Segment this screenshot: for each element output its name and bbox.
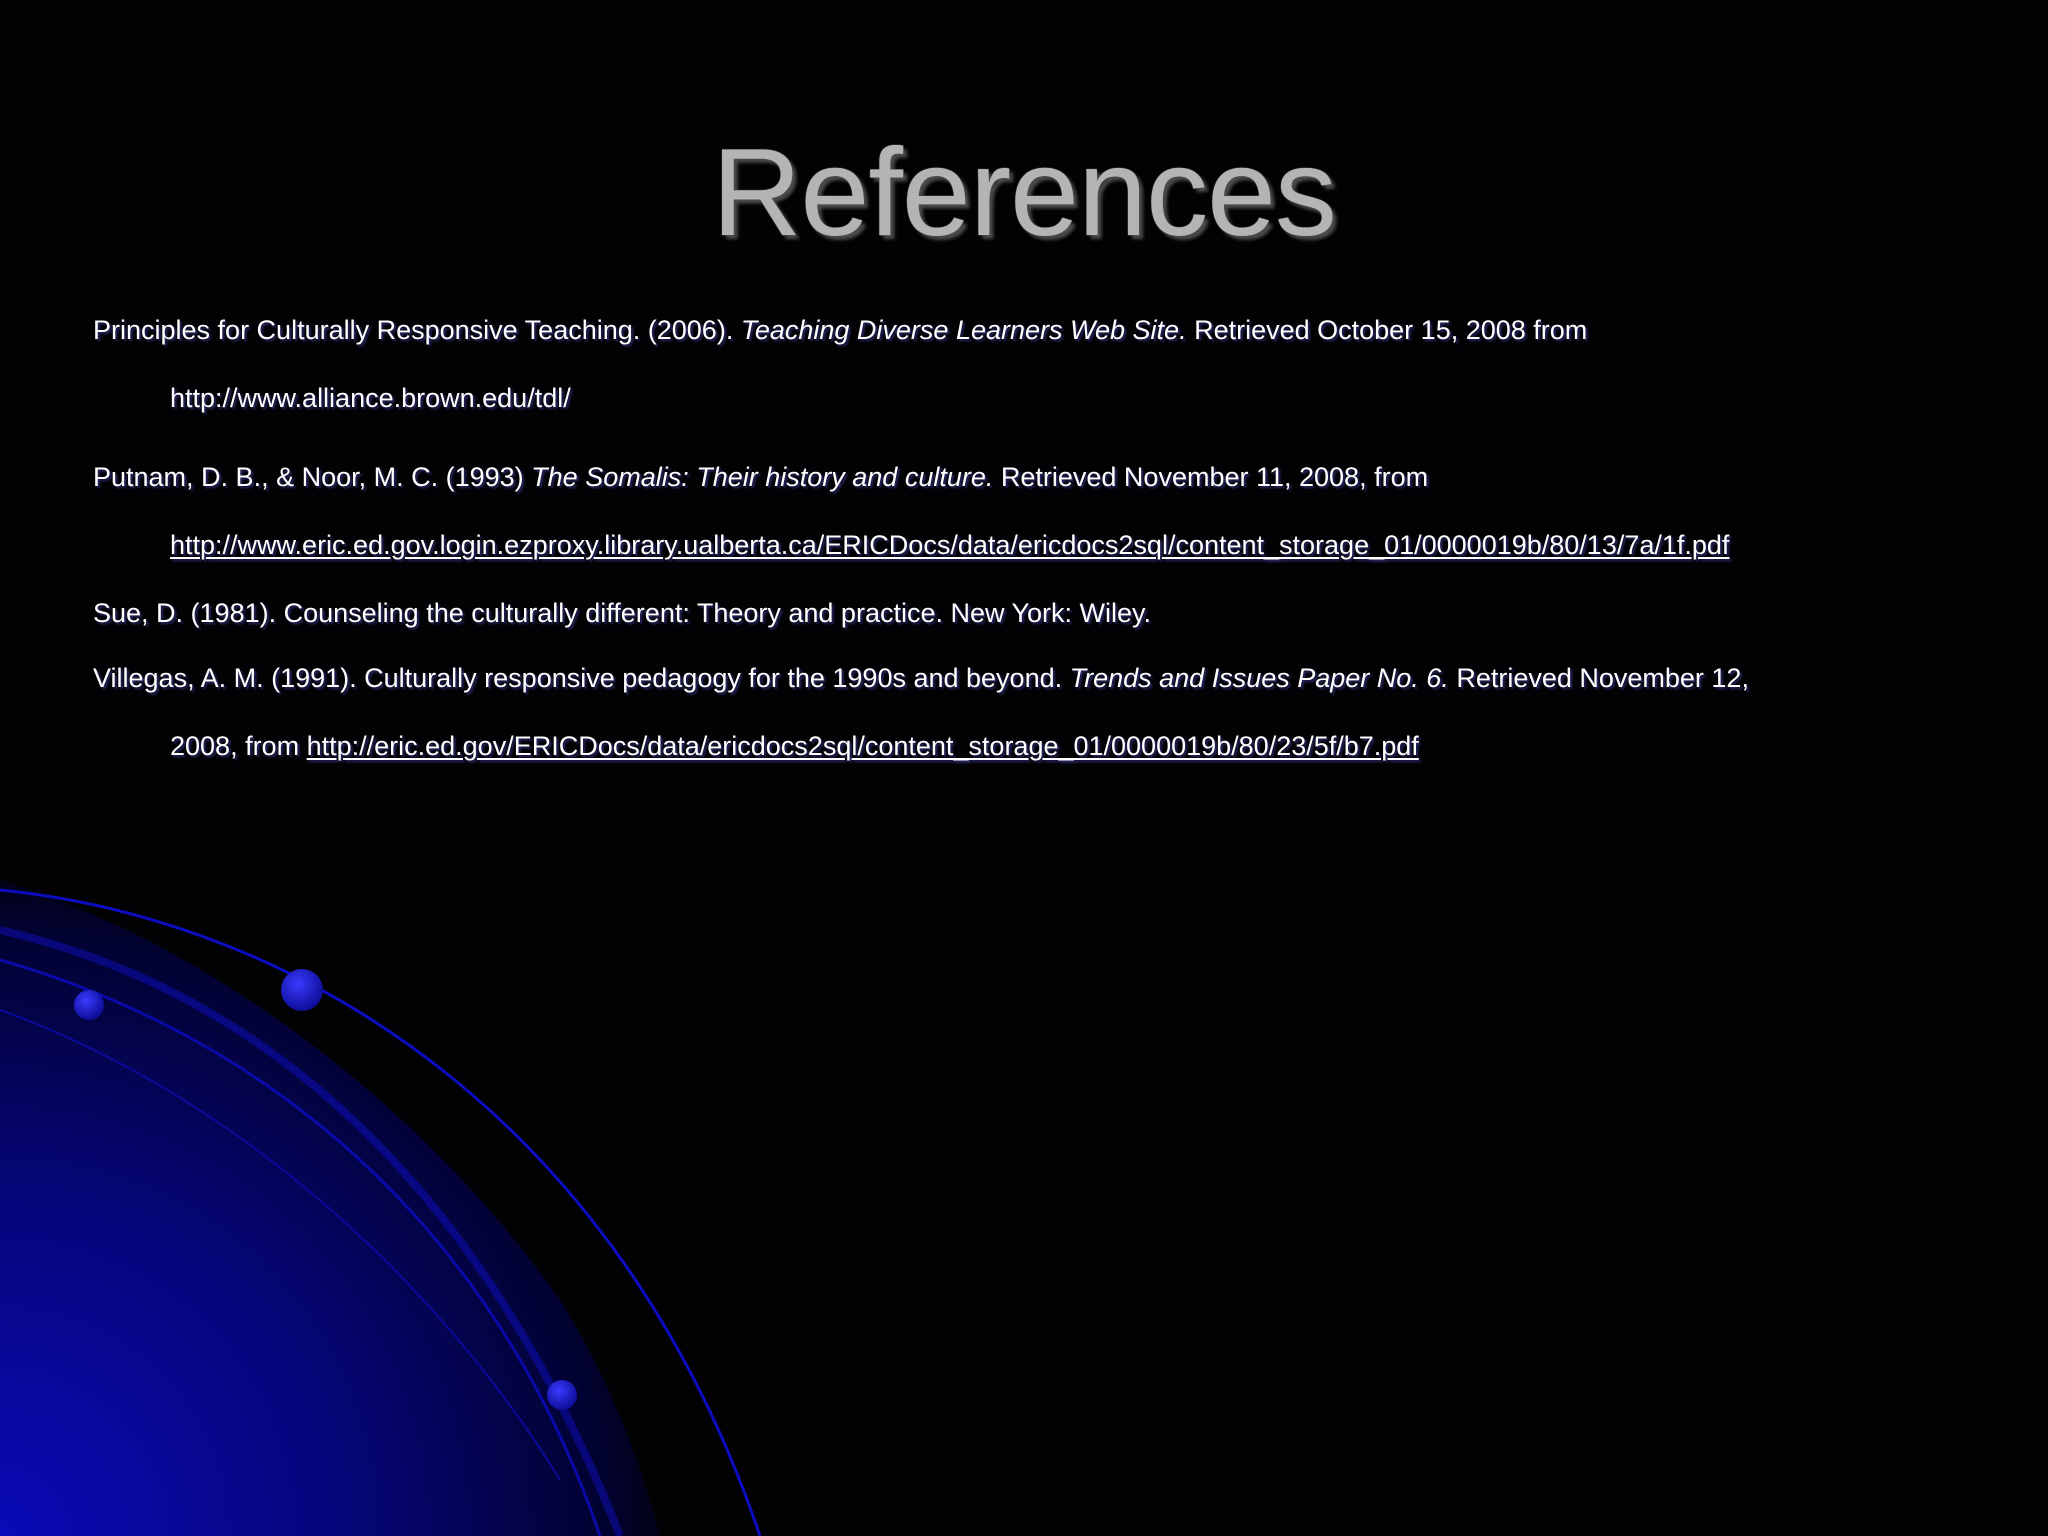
slide-title: References <box>711 124 1337 262</box>
reference-2-line-2: http://www.eric.ed.gov.login.ezproxy.lib… <box>170 527 1729 563</box>
reference-4-line-1: Villegas, A. M. (1991). Culturally respo… <box>93 660 1749 696</box>
reference-4-line-2: 2008, from http://eric.ed.gov/ERICDocs/d… <box>170 728 1419 764</box>
reference-2-link[interactable]: http://www.eric.ed.gov.login.ezproxy.lib… <box>170 530 1729 560</box>
reference-1-line-1: Principles for Culturally Responsive Tea… <box>93 312 1587 348</box>
reference-1-url: http://www.alliance.brown.edu/tdl/ <box>170 383 571 413</box>
orb-dot-large <box>281 969 323 1011</box>
slide: References Principles for Culturally Res… <box>0 0 2048 1536</box>
reference-1-text: Principles for Culturally Responsive Tea… <box>93 315 741 345</box>
reference-4-prefix: 2008, from <box>170 731 307 761</box>
reference-4-link[interactable]: http://eric.ed.gov/ERICDocs/data/ericdoc… <box>307 731 1419 761</box>
reference-1-retrieved: Retrieved October 15, 2008 from <box>1186 315 1588 345</box>
orb-dot-left <box>74 990 104 1020</box>
reference-4-text: Villegas, A. M. (1991). Culturally respo… <box>93 663 1070 693</box>
orb-dot-bottom <box>547 1380 577 1410</box>
reference-2-italic-title: The Somalis: Their history and culture. <box>531 462 994 492</box>
reference-4-retrieved: Retrieved November 12, <box>1448 663 1749 693</box>
reference-4-italic-title: Trends and Issues Paper No. 6. <box>1069 663 1449 693</box>
reference-2-text: Putnam, D. B., & Noor, M. C. (1993) <box>93 462 532 492</box>
reference-2-line-1: Putnam, D. B., & Noor, M. C. (1993) The … <box>93 459 1428 495</box>
reference-3-text: Sue, D. (1981). Counseling the culturall… <box>93 598 1152 628</box>
reference-1-line-2: http://www.alliance.brown.edu/tdl/ <box>170 380 571 416</box>
reference-1-italic-title: Teaching Diverse Learners Web Site. <box>740 315 1187 345</box>
reference-2-retrieved: Retrieved November 11, 2008, from <box>993 462 1429 492</box>
reference-3-line-1: Sue, D. (1981). Counseling the culturall… <box>93 595 1151 631</box>
